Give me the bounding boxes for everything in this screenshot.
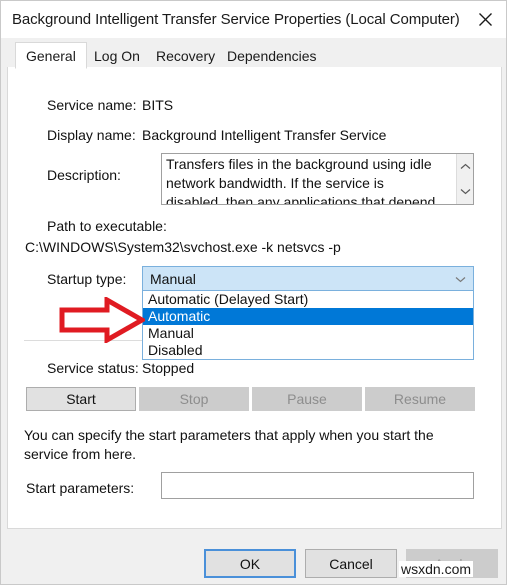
- dropdown-option-disabled[interactable]: Disabled: [143, 342, 473, 359]
- ok-button-label: OK: [239, 555, 261, 572]
- tab-log-on[interactable]: Log On: [84, 43, 150, 68]
- start-parameters-label: Start parameters:: [26, 480, 135, 496]
- pause-button: Pause: [252, 387, 362, 411]
- start-parameters-hint: You can specify the start parameters tha…: [24, 427, 434, 462]
- tab-dependencies[interactable]: Dependencies: [217, 43, 327, 68]
- tab-general[interactable]: General: [15, 42, 87, 69]
- service-status-value: Stopped: [142, 360, 195, 376]
- tab-strip: General Log On Recovery Dependencies: [7, 41, 502, 69]
- dropdown-option-manual[interactable]: Manual: [143, 325, 473, 342]
- close-icon[interactable]: [462, 1, 506, 38]
- start-parameters-input[interactable]: [161, 472, 474, 499]
- tab-log-on-label: Log On: [94, 47, 140, 64]
- tab-dependencies-label: Dependencies: [227, 47, 317, 64]
- service-properties-window: Background Intelligent Transfer Service …: [0, 0, 507, 585]
- service-status-label: Service status:: [47, 360, 139, 376]
- chevron-down-icon: [455, 270, 466, 288]
- start-button[interactable]: Start: [26, 387, 136, 411]
- display-name-value: Background Intelligent Transfer Service: [142, 127, 387, 143]
- service-name-value: BITS: [142, 97, 174, 113]
- stop-button: Stop: [139, 387, 249, 411]
- window-title: Background Intelligent Transfer Service …: [12, 11, 460, 28]
- startup-type-label: Startup type:: [47, 271, 127, 287]
- stop-button-label: Stop: [179, 391, 209, 407]
- path-value: C:\WINDOWS\System32\svchost.exe -k netsv…: [25, 239, 341, 255]
- description-scrollbar[interactable]: [456, 154, 473, 204]
- pause-button-label: Pause: [287, 391, 327, 407]
- startup-type-value: Manual: [150, 270, 196, 287]
- description-text: Transfers files in the background using …: [166, 156, 436, 205]
- tab-general-label: General: [26, 47, 76, 64]
- resume-button-label: Resume: [393, 391, 447, 407]
- ok-button[interactable]: OK: [204, 549, 296, 578]
- scroll-down-icon[interactable]: [457, 183, 473, 200]
- startup-type-dropdown-list[interactable]: Automatic (Delayed Start) Automatic Manu…: [142, 291, 474, 360]
- startup-type-combobox[interactable]: Manual: [142, 266, 474, 291]
- description-label: Description:: [47, 167, 121, 183]
- title-bar: Background Intelligent Transfer Service …: [1, 1, 506, 38]
- resume-button: Resume: [365, 387, 475, 411]
- site-watermark: wsxdn.com: [399, 561, 474, 577]
- service-name-label: Service name:: [47, 97, 137, 113]
- cancel-button[interactable]: Cancel: [305, 549, 397, 578]
- path-label: Path to executable:: [47, 218, 167, 234]
- description-textbox[interactable]: Transfers files in the background using …: [161, 153, 474, 205]
- tab-recovery-label: Recovery: [156, 47, 216, 64]
- start-button-label: Start: [66, 391, 96, 407]
- tab-recovery[interactable]: Recovery: [146, 43, 225, 68]
- display-name-label: Display name:: [47, 127, 136, 143]
- dropdown-option-automatic-delayed[interactable]: Automatic (Delayed Start): [143, 291, 473, 308]
- dropdown-option-automatic[interactable]: Automatic: [143, 308, 473, 325]
- scroll-up-icon[interactable]: [457, 158, 473, 175]
- cancel-button-label: Cancel: [329, 555, 373, 572]
